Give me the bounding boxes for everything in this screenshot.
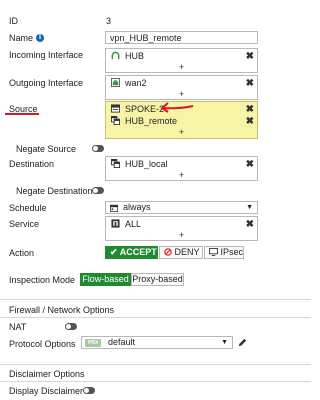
incoming-interface-field[interactable]: HUB ✖ + [105,48,258,73]
service-remove-icon[interactable]: ✖ [246,219,254,230]
id-label: ID [9,16,18,26]
monitor-icon [209,248,218,256]
firewall-network-options-heading: Firewall / Network Options [9,305,115,315]
source-item-label: SPOKE-2 [125,104,165,114]
outgoing-interface-label: Outgoing Interface [9,78,84,88]
action-label: Action [9,248,35,258]
incoming-interface-add-icon[interactable]: + [106,62,257,72]
source-underline-annotation [5,113,39,115]
deny-button-label: DENY [174,247,200,257]
name-input-value: vpn_HUB_remote [110,33,182,43]
outgoing-interface-field[interactable]: wan2 ✖ + [105,75,258,100]
destination-add-icon[interactable]: + [106,170,257,180]
source-item-remove-icon[interactable]: ✖ [246,104,254,115]
nat-label: NAT [9,322,27,332]
deny-icon [164,248,172,256]
physical-interface-icon [111,78,120,87]
prx-badge: PRX [85,339,102,347]
negate-destination-toggle[interactable] [92,187,104,194]
protocol-options-select[interactable]: PRX default ▼ [81,336,233,349]
schedule-select[interactable]: always ▼ [105,201,258,214]
proxy-based-button[interactable]: Proxy-based [131,273,184,286]
section-divider [0,317,311,318]
outgoing-interface-item: wan2 [111,78,147,89]
service-label: Service [9,219,40,229]
source-add-icon[interactable]: + [106,127,257,137]
name-input[interactable]: vpn_HUB_remote [105,31,258,44]
disclaimer-options-heading: Disclaimer Options [9,369,85,379]
source-item-remove-icon[interactable]: ✖ [246,116,254,127]
name-info-icon: i [36,34,44,42]
accept-button-label: ACCEPT [119,247,157,257]
chevron-down-icon: ▼ [246,204,253,211]
check-icon: ✔ [110,247,118,257]
display-disclaimer-label: Display Disclaimer [9,386,84,396]
display-disclaimer-toggle[interactable] [83,387,95,394]
protocol-options-label: Protocol Options [9,339,76,349]
section-divider [0,364,311,365]
calendar-icon [110,204,118,212]
source-item-label: HUB_remote [125,116,178,126]
source-item: SPOKE-2 [111,104,164,115]
destination-field[interactable]: HUB_local ✖ + [105,156,258,181]
destination-item: HUB_local [111,159,168,170]
address-group-icon [111,159,120,168]
flow-based-label: Flow-based [82,274,129,284]
incoming-interface-label: Incoming Interface [9,50,84,60]
negate-source-label: Negate Source [16,144,77,154]
destination-remove-icon[interactable]: ✖ [246,159,254,170]
negate-destination-label: Negate Destination [16,186,93,196]
service-field[interactable]: ALL ✖ + [105,216,258,241]
proxy-based-label: Proxy-based [132,274,183,284]
deny-button[interactable]: DENY [159,246,203,259]
tunnel-interface-icon [111,51,120,60]
ipsec-button[interactable]: IPsec [204,246,244,259]
section-divider [0,381,311,382]
inspection-mode-label: Inspection Mode [9,275,76,285]
protocol-options-value: default [108,337,136,347]
service-item: ALL [111,219,141,230]
name-label: Name [9,33,34,43]
outgoing-interface-item-label: wan2 [125,78,147,88]
incoming-interface-item: HUB [111,51,144,62]
flow-based-button[interactable]: Flow-based [80,273,131,286]
red-arrow-annotation [160,102,194,113]
accept-button[interactable]: ✔ ACCEPT [105,246,158,259]
incoming-interface-remove-icon[interactable]: ✖ [246,51,254,62]
section-divider [0,299,311,300]
schedule-value: always [123,202,151,212]
ipsec-button-label: IPsec [220,247,244,257]
incoming-interface-item-label: HUB [125,51,145,61]
address-object-icon [111,104,120,113]
address-group-icon [111,116,120,125]
nat-toggle[interactable] [65,323,77,330]
service-icon [111,219,120,228]
source-item: HUB_remote [111,116,177,127]
service-add-icon[interactable]: + [106,230,257,240]
service-item-label: ALL [125,219,142,229]
destination-item-label: HUB_local [125,159,168,169]
destination-label: Destination [9,159,55,169]
schedule-label: Schedule [9,203,47,213]
negate-source-toggle[interactable] [92,145,104,152]
chevron-down-icon: ▼ [221,339,228,346]
outgoing-interface-remove-icon[interactable]: ✖ [246,78,254,89]
outgoing-interface-add-icon[interactable]: + [106,89,257,99]
edit-pencil-icon[interactable] [238,338,247,347]
id-value: 3 [106,16,112,26]
